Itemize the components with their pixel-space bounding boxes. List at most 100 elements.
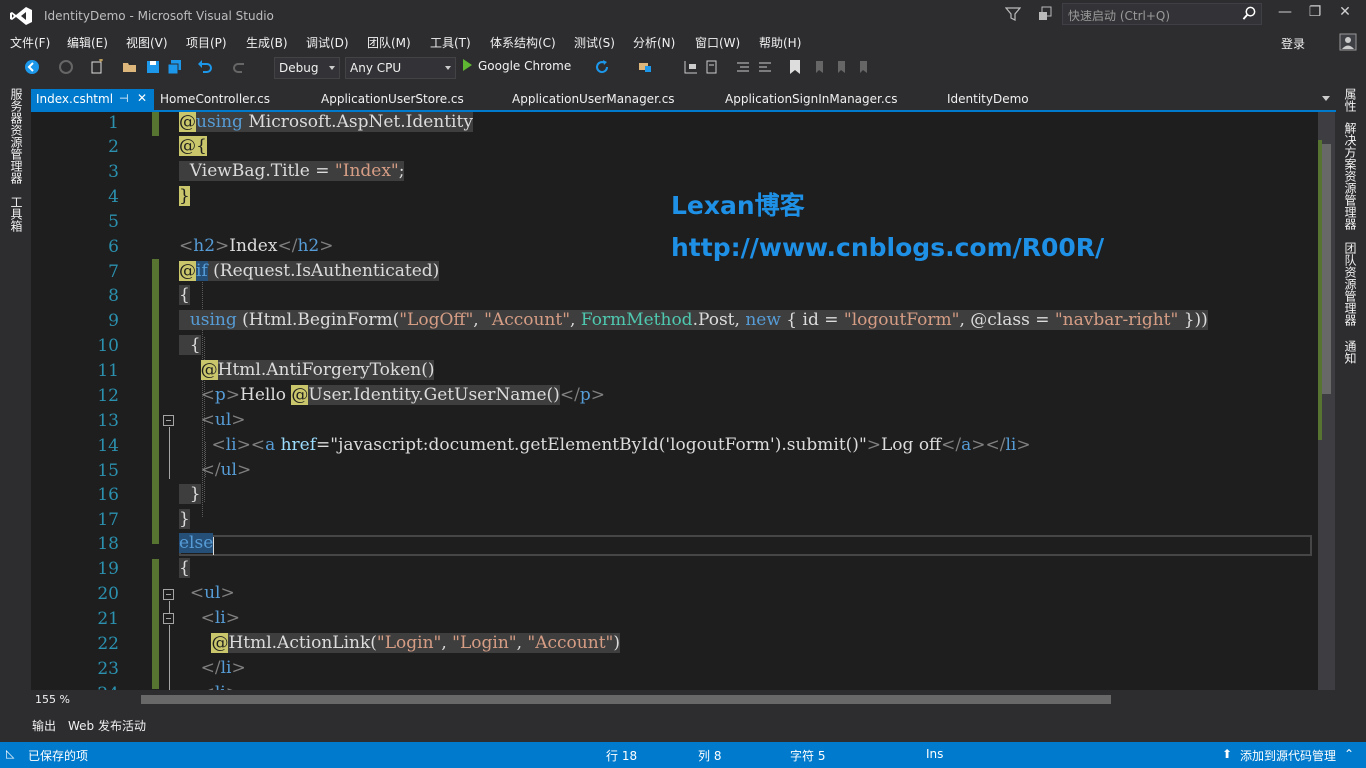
code-line: } [179,484,201,504]
collapse-icon[interactable] [163,589,174,600]
line-number: 2 [108,137,119,157]
line-number: 6 [108,237,119,257]
menu-file[interactable]: 文件(F) [10,34,50,51]
uncomment-lines-icon[interactable] [757,59,773,75]
solution-explorer-tab[interactable]: 解决方案资源管理器 [1342,122,1359,230]
line-number: 18 [97,534,119,554]
horizontal-scrollbar-thumb[interactable] [141,695,1111,704]
new-project-icon[interactable] [89,59,105,75]
line-number: 8 [108,286,119,306]
menu-view[interactable]: 视图(V) [126,34,168,51]
line-number: 23 [97,659,119,679]
code-line: <li><a href="javascript:document.getElem… [211,435,1031,455]
clear-bookmarks-icon[interactable] [855,59,871,75]
web-publish-activity-tab[interactable]: Web 发布活动 [68,717,146,734]
undo-icon[interactable] [197,59,213,75]
find-files-icon[interactable] [704,59,720,75]
notifications-tab[interactable]: 通知 [1342,340,1359,364]
menu-help[interactable]: 帮助(H) [759,34,801,51]
vertical-scrollbar[interactable] [1318,112,1335,690]
configuration-value: Debug [279,61,319,75]
menu-bar: 文件(F) 编辑(E) 视图(V) 项目(P) 生成(B) 调试(D) 团队(M… [0,31,1366,53]
sign-in-link[interactable]: 登录 [1281,35,1305,52]
window-title: IdentityDemo - Microsoft Visual Studio [44,9,274,23]
toolbox-tab[interactable]: 工具箱 [8,196,25,232]
standard-toolbar: Debug Any CPU [0,55,1366,81]
code-line: using (Html.BeginForm("LogOff", "Account… [179,310,1208,330]
filter-icon[interactable] [1005,6,1021,22]
close-button[interactable]: ✕ [1334,4,1356,24]
comment-lines-icon[interactable] [735,59,751,75]
menu-architecture[interactable]: 体系结构(C) [490,34,556,51]
collapse-icon[interactable] [163,415,174,426]
scrollbar-thumb[interactable] [1322,144,1331,394]
menu-team[interactable]: 团队(M) [367,34,411,51]
code-line: } [179,509,190,529]
menu-build[interactable]: 生成(B) [246,34,288,51]
server-explorer-tab[interactable]: 服务器资源管理器 [8,88,25,184]
navigate-back-icon[interactable] [24,59,40,75]
maximize-button[interactable]: ❐ [1304,4,1326,24]
menu-tools[interactable]: 工具(T) [430,34,471,51]
previous-bookmark-icon[interactable] [811,59,827,75]
team-explorer-tab[interactable]: 团队资源管理器 [1342,242,1359,326]
start-debugging-button[interactable]: Google Chrome [463,59,571,77]
menu-debug[interactable]: 调试(D) [306,34,349,51]
open-file-icon[interactable] [122,59,138,75]
feedback-icon[interactable] [1037,6,1053,22]
line-number: 14 [97,436,119,456]
code-line: { [179,558,190,578]
save-all-icon[interactable] [167,59,183,75]
line-number: 13 [97,411,119,431]
menu-project[interactable]: 项目(P) [186,34,227,51]
tool-window-tabs: 输出 Web 发布活动 [31,714,631,736]
chevron-up-icon[interactable]: ⌃ [1344,747,1354,761]
status-line: 行 18 [606,749,638,763]
line-number: 11 [97,361,119,381]
change-marker [152,559,159,689]
solution-configuration-dropdown[interactable]: Debug [274,57,340,79]
zoom-dropdown[interactable]: 155 % [35,693,70,706]
bookmark-icon[interactable] [787,59,803,75]
line-number: 7 [108,262,119,282]
pin-icon[interactable]: ⊣ [119,92,129,105]
collapse-icon[interactable] [163,613,174,624]
next-bookmark-icon[interactable] [833,59,849,75]
tab-index-cshtml[interactable]: Index.cshtml ⊣ ✕ [31,89,154,111]
tab-applicationsigninmanager[interactable]: ApplicationSignInManager.cs [725,89,898,111]
menu-analyze[interactable]: 分析(N) [633,34,675,51]
line-number: 4 [108,187,119,207]
editor-bottom-bar: 155 % [31,690,1320,710]
browser-link-icon[interactable] [637,59,653,75]
right-tool-strip: 属性 解决方案资源管理器 团队资源管理器 通知 [1336,86,1366,706]
tab-applicationusermanager[interactable]: ApplicationUserManager.cs [512,89,675,111]
redo-icon[interactable] [232,59,248,75]
add-to-source-control-button[interactable]: 添加到源代码管理 [1240,747,1336,764]
output-tab[interactable]: 输出 [32,717,56,734]
quick-launch-input[interactable]: 快速启动 (Ctrl+Q) [1062,3,1262,25]
navigate-forward-icon[interactable] [58,59,74,75]
menu-edit[interactable]: 编辑(E) [67,34,108,51]
tab-list-dropdown-icon[interactable] [1322,96,1330,101]
tab-identitydemo[interactable]: IdentityDemo [947,89,1029,111]
menu-window[interactable]: 窗口(W) [695,34,740,51]
account-icon[interactable] [1338,32,1358,52]
close-tab-icon[interactable]: ✕ [137,91,147,105]
tab-applicationuserstore[interactable]: ApplicationUserStore.cs [321,89,464,111]
properties-tab[interactable]: 属性 [1342,88,1359,112]
status-bar: ◺ 已保存的项 行 18 列 8 字符 5 Ins ⬆ 添加到源代码管理 ⌃ [0,742,1366,768]
run-target-label: Google Chrome [478,59,572,73]
navigate-to-icon[interactable] [683,59,699,75]
status-column: 列 8 [698,749,722,763]
refresh-browser-icon[interactable] [594,59,610,75]
minimize-button[interactable]: — [1274,4,1296,24]
solution-platform-dropdown[interactable]: Any CPU [345,57,456,79]
search-icon[interactable] [1242,6,1257,21]
menu-test[interactable]: 测试(S) [574,34,615,51]
platform-value: Any CPU [350,61,402,75]
outline-line [169,427,170,479]
line-number: 15 [97,461,119,481]
code-line: <p>Hello @User.Identity.GetUserName()</p… [200,385,605,405]
tab-homecontroller[interactable]: HomeController.cs [160,89,270,111]
save-icon[interactable] [145,59,161,75]
